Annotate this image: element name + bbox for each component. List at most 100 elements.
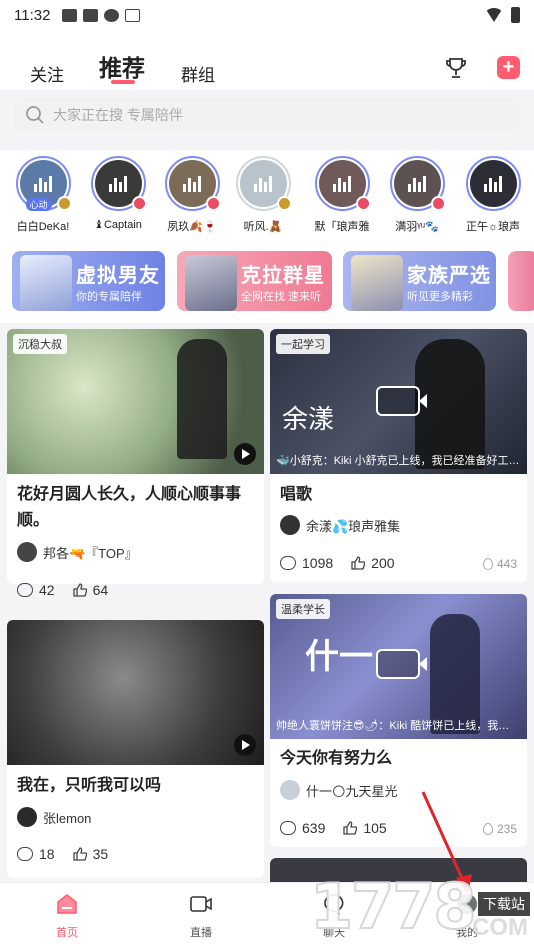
avatar-name: 听风.🧸 [243,221,283,233]
card-caption: 🐳小舒克：Kiki 小舒克已上线，我已经准备好工… [276,455,520,467]
search-input[interactable]: 大家正在搜 专属陪伴 [13,97,521,133]
audio-bars-icon [484,175,502,192]
comment-icon[interactable] [280,821,296,835]
watermark-box: 下载站 [478,892,530,916]
nav-label: 直播 [190,927,212,939]
card-stats: 1098 200 [280,555,413,571]
avatar-item[interactable]: 满羽ᵞᵘ🐾 [382,156,452,234]
site-watermark: 1778 下载站 COM [309,862,534,944]
banner-partial[interactable] [508,251,534,311]
notification-icon [125,8,141,22]
level-badge-icon [355,196,371,211]
video-camera-icon [190,896,212,912]
banner-art [351,255,403,311]
like-icon[interactable] [343,821,358,835]
author-name: 余漾💦琅声雅集 [306,518,401,534]
avatar-name: 白白DeKa! [16,221,70,233]
comment-icon[interactable] [280,556,296,570]
card-stats: 18 35 [17,846,126,862]
like-icon[interactable] [72,583,87,597]
add-button[interactable]: + [497,56,520,79]
like-icon[interactable] [351,556,366,570]
trophy-icon[interactable] [444,56,468,80]
audio-bars-icon [34,175,52,192]
notification-icon [104,8,120,22]
tab-group[interactable]: 群组 [181,61,215,86]
nav-home[interactable]: 首页 [37,893,97,940]
heat-value: 443 [496,557,517,571]
card-author[interactable]: 张lemon [17,807,91,827]
banner-row: 虚拟男友 你的专属陪伴 克拉群星 全网在找 速来听 家族严选 听见更多精彩 [0,245,534,323]
banner-art [185,255,237,311]
live-video-icon[interactable] [376,649,427,679]
banner-title: 虚拟男友 [76,265,160,287]
avatar-item[interactable]: 心动 白白DeKa! [8,156,78,234]
like-icon[interactable] [72,847,87,861]
feed-card[interactable]: 余漾 一起学习 🐳小舒克：Kiki 小舒克已上线，我已经准备好工… 唱歌 余漾💦… [270,329,527,582]
card-tag: 一起学习 [276,334,330,354]
comment-count: 42 [39,582,55,598]
banner-title: 家族严选 [407,265,491,287]
card-title: 今天你有努力么 [280,750,393,767]
tab-recommend[interactable]: 推荐 [99,49,145,83]
avatar-item[interactable]: 默「琅声雅 [307,156,377,234]
author-avatar [280,780,300,800]
avatar-item[interactable]: 正午☼琅声 [458,156,528,234]
audio-bars-icon [183,175,201,192]
banner-kela-stars[interactable]: 克拉群星 全网在找 速来听 [177,251,332,311]
comment-icon[interactable] [17,847,33,861]
comment-count: 639 [302,820,326,836]
card-author[interactable]: 邦各🔫『TOP』 [17,542,138,562]
feed-card[interactable]: 我在，只听我可以吗 张lemon 18 35 [7,620,264,878]
search-icon [26,106,44,124]
avatar-item[interactable]: 夙玖🍂🍷 [157,156,227,234]
live-avatar-row: 心动 白白DeKa! ♝Captain 夙玖🍂🍷 听风.🧸 默「琅声雅 满羽ᵞᵘ… [0,150,534,245]
watermark-suffix: COM [472,914,528,941]
feed-card[interactable]: 什一 温柔学长 帅绝人寰饼饼注😎🌶：Kiki 酷饼饼已上线，我… 今天你有努力么… [270,594,527,847]
like-count: 35 [92,846,109,862]
avatar-name: 正午☼琅声 [465,221,521,233]
comment-count: 1098 [302,555,334,571]
author-avatar [280,515,300,535]
live-video-icon[interactable] [376,386,427,416]
level-badge-icon [430,196,446,211]
avatar-name: 默「琅声雅 [314,221,370,233]
flame-icon [482,823,493,835]
avatar-item[interactable]: ♝Captain [83,156,153,231]
play-icon[interactable] [234,734,256,756]
banner-virtual-boyfriend[interactable]: 虚拟男友 你的专属陪伴 [12,251,165,311]
avatar-name: 满羽ᵞᵘ🐾 [395,221,439,233]
comment-icon[interactable] [17,583,33,597]
heat-count: 443 [482,557,517,571]
author-name: 张lemon [43,810,92,826]
home-icon [57,894,77,914]
banner-family-select[interactable]: 家族严选 听见更多精彩 [343,251,496,311]
music-badge-icon [56,196,72,211]
nav-live[interactable]: 直播 [171,893,231,940]
like-count: 105 [363,820,387,836]
tab-follow[interactable]: 关注 [30,61,64,86]
author-name: 邦各🔫『TOP』 [43,545,138,561]
card-title: 唱歌 [280,486,313,503]
avatar-item[interactable]: 听风.🧸 [228,156,298,234]
level-badge-icon [131,196,147,211]
banner-subtitle: 你的专属陪伴 [76,291,142,303]
play-icon[interactable] [234,443,256,465]
heat-count: 235 [482,822,517,836]
like-count: 64 [92,582,109,598]
heat-value: 235 [496,822,517,836]
notification-icon [83,8,99,22]
card-author[interactable]: 余漾💦琅声雅集 [280,515,400,535]
card-caption: 帅绝人寰饼饼注😎🌶：Kiki 酷饼饼已上线，我… [276,720,510,732]
card-tag: 沉稳大叔 [13,334,67,354]
battery-icon [511,7,520,23]
status-bar: 11:32 [0,0,534,30]
banner-title: 克拉群星 [241,265,325,287]
music-badge-icon [276,196,292,211]
card-cover: 余漾 一起学习 🐳小舒克：Kiki 小舒克已上线，我已经准备好工… [270,329,527,474]
feed-card[interactable]: 沉稳大叔 花好月圆人长久，人顺心顺事事顺。 邦各🔫『TOP』 [7,329,264,584]
audio-bars-icon [109,175,127,192]
card-author[interactable]: 什一🌕九天星光 [280,780,398,800]
author-avatar [17,807,37,827]
card-cover [7,620,264,765]
